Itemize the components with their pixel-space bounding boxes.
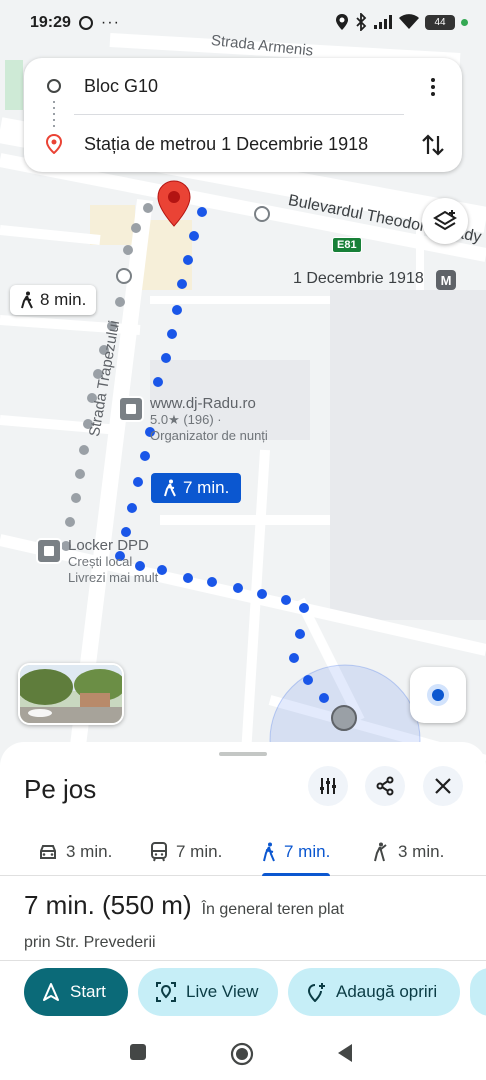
car-icon (40, 845, 56, 859)
tune-icon (320, 778, 336, 794)
wifi-icon (399, 14, 419, 29)
divider (0, 960, 486, 961)
destination-pin-icon (46, 134, 62, 154)
whatsapp-icon (78, 16, 93, 30)
share-icon (376, 776, 394, 796)
metro-station-label[interactable]: 1 Decembrie 1918 (293, 270, 424, 288)
travel-mode-tabs: 3 min. 7 min. 7 min. 3 min. (0, 828, 486, 876)
home-button[interactable] (230, 1042, 254, 1066)
divider (74, 114, 404, 115)
ride-hail-icon (374, 842, 387, 862)
tab-walking[interactable]: 7 min. (262, 828, 330, 876)
poi-category: Organizator de nunți (150, 428, 268, 443)
more-actions-chip[interactable] (470, 968, 486, 1016)
route-duration: 7 min. (183, 478, 230, 497)
route-time-distance: 7 min. (550 m) (24, 890, 192, 920)
tab-ride-hail-label: 3 min. (398, 842, 445, 861)
my-location-button[interactable] (410, 667, 466, 723)
street-view-image (20, 665, 122, 723)
tab-transit[interactable]: 7 min. (150, 828, 222, 876)
sheet-title: Pe jos (24, 774, 97, 804)
more-options-button[interactable] (422, 76, 444, 98)
live-view-button[interactable]: Live View (138, 968, 278, 1016)
route-summary[interactable]: 7 min. (550 m) În general teren plat (24, 890, 344, 921)
layers-icon (433, 210, 457, 231)
live-view-label: Live View (186, 982, 259, 1001)
tab-walking-label: 7 min. (284, 842, 331, 861)
walk-icon (21, 291, 33, 309)
start-button[interactable]: Start (24, 968, 128, 1016)
origin-row[interactable]: Bloc G10 (24, 58, 462, 114)
tab-driving-label: 3 min. (66, 842, 113, 861)
origin-circle-icon (47, 79, 61, 93)
poi-name: www.dj-Radu.ro (150, 395, 256, 412)
bluetooth-icon (356, 13, 367, 31)
alt-route-duration: 8 min. (40, 290, 87, 309)
alt-route-duration-chip[interactable]: 8 min. (10, 285, 97, 315)
metro-icon[interactable]: M (436, 270, 456, 290)
route-duration-chip[interactable]: 7 min. (151, 473, 242, 503)
street-view-thumbnail[interactable] (18, 663, 124, 725)
poi-rating: 5.0★ (196) · (150, 412, 222, 427)
walk-icon (263, 842, 275, 862)
tab-ride-hail[interactable]: 3 min. (372, 828, 444, 876)
battery-icon: 44 (425, 14, 455, 30)
destination-field[interactable]: Stația de metrou 1 Decembrie 1918 (84, 134, 368, 155)
swap-vert-icon (422, 134, 444, 156)
destination-pin-icon[interactable] (157, 180, 191, 228)
my-location-icon (427, 684, 449, 706)
walk-icon (164, 479, 176, 497)
back-button[interactable] (336, 1043, 354, 1063)
swap-button[interactable] (418, 130, 448, 160)
navigation-icon (43, 983, 59, 1001)
poi-icon (118, 396, 144, 422)
status-time: 19:29 (30, 14, 71, 31)
more-notifications-icon: ··· (100, 14, 120, 31)
start-button-label: Start (70, 982, 106, 1001)
poi-dj-radu[interactable]: www.dj-Radu.ro 5.0★ (196) · Organizator … (118, 396, 268, 444)
privacy-indicator (461, 18, 468, 26)
directions-card: Bloc G10 Stația de metrou 1 Decembrie 19… (24, 58, 462, 172)
layers-button[interactable] (422, 198, 468, 244)
add-stops-button[interactable]: Adaugă opriri (288, 968, 460, 1016)
bus-stop-icon[interactable] (116, 268, 132, 284)
tab-driving[interactable]: 3 min. (38, 828, 112, 876)
more-vert-icon (431, 78, 435, 96)
location-status-icon (336, 14, 348, 30)
signal-icon (374, 15, 392, 29)
share-button[interactable] (365, 766, 405, 806)
live-view-icon (156, 982, 176, 1002)
status-bar: 19:29 ··· 44 (0, 0, 486, 46)
poi-tagline: Crești local (68, 554, 133, 569)
system-nav-bar (0, 1024, 486, 1080)
drag-handle[interactable] (219, 752, 267, 756)
transit-icon (151, 842, 167, 862)
poi-locker-dpd[interactable]: Locker DPD Crești local Livrezi mai mult (36, 538, 158, 586)
active-tab-indicator (262, 873, 330, 876)
destination-row[interactable]: Stația de metrou 1 Decembrie 1918 (24, 116, 462, 172)
route-terrain: În general teren plat (201, 901, 344, 918)
recents-button[interactable] (130, 1044, 146, 1060)
origin-field[interactable]: Bloc G10 (84, 76, 158, 97)
bus-stop-icon[interactable] (254, 206, 270, 222)
tab-transit-label: 7 min. (176, 842, 223, 861)
poi-tagline-2: Livrezi mai mult (68, 570, 159, 585)
add-location-icon (307, 983, 325, 1002)
close-icon (435, 778, 451, 794)
add-stops-label: Adaugă opriri (336, 982, 438, 1001)
poi-name: Locker DPD (68, 537, 149, 554)
close-button[interactable] (423, 766, 463, 806)
poi-icon (36, 538, 62, 564)
route-options-button[interactable] (308, 766, 348, 806)
route-shield: E81 (332, 237, 362, 253)
route-via: prin Str. Prevederii (24, 934, 156, 951)
